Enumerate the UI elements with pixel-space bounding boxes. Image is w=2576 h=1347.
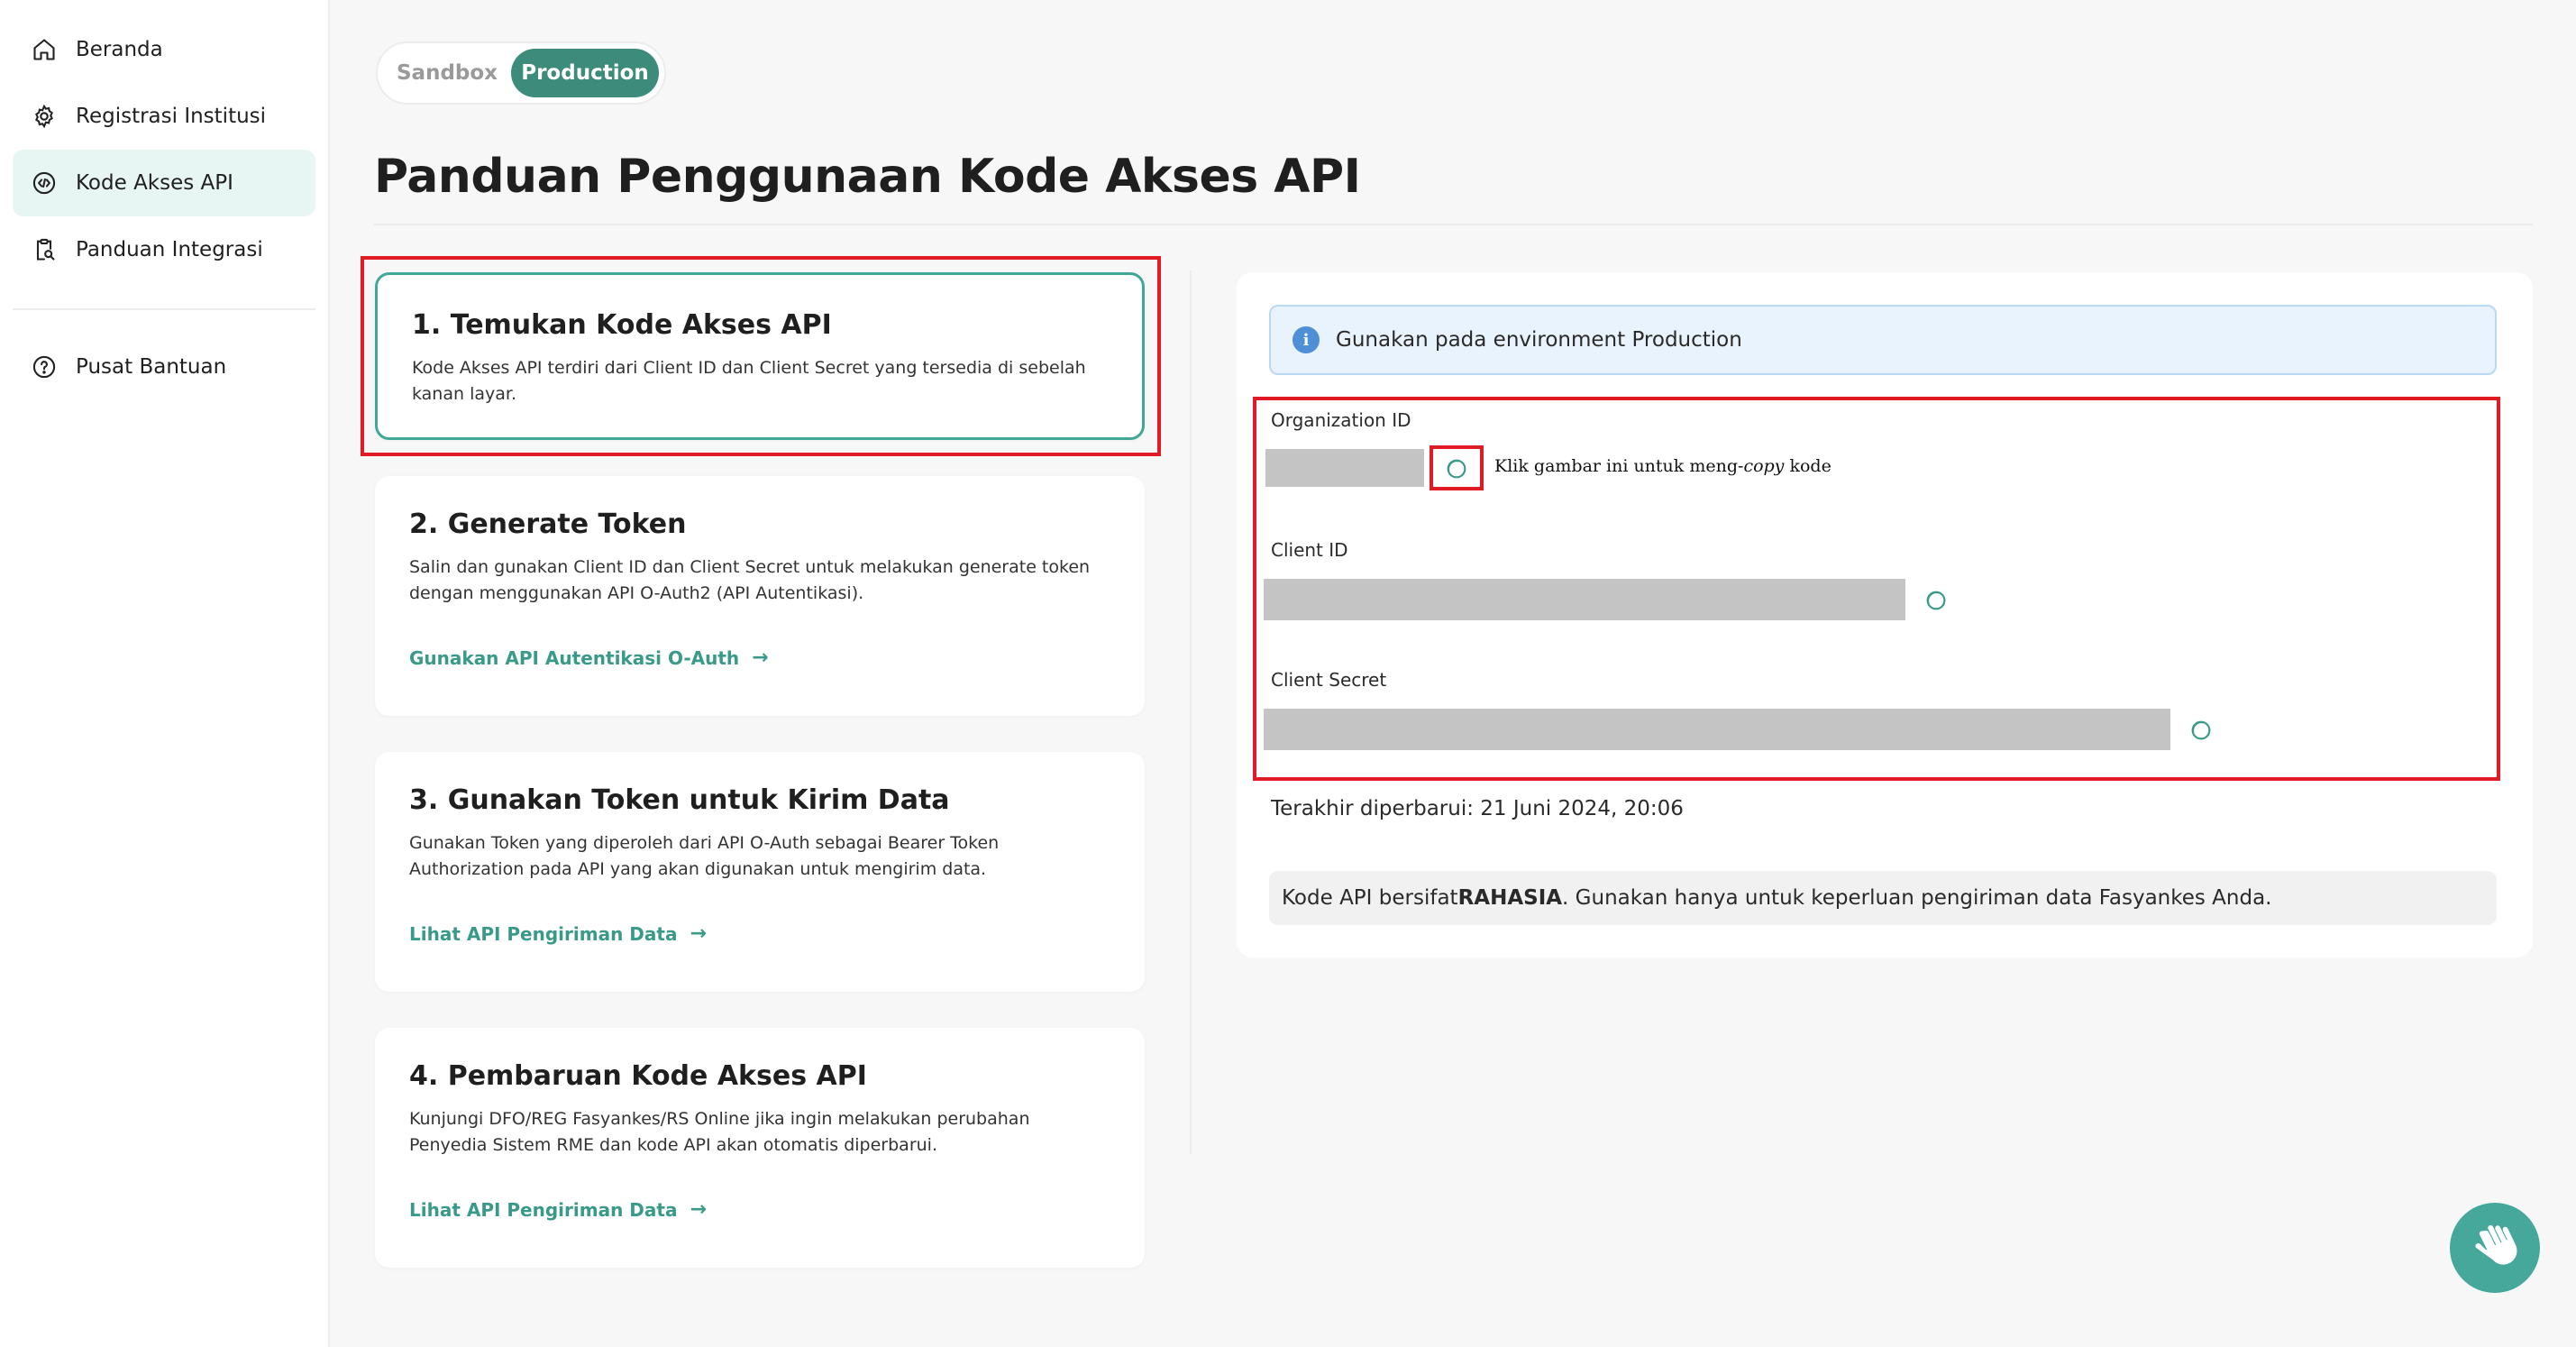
credentials-panel: i Gunakan pada environment Production Or… — [1237, 272, 2533, 958]
client-secret-value — [1264, 709, 2170, 750]
sidebar-item-beranda[interactable]: Beranda — [13, 16, 315, 83]
sidebar-item-pusat-bantuan[interactable]: Pusat Bantuan — [13, 334, 315, 400]
production-tab[interactable]: Production — [511, 49, 659, 97]
sandbox-tab[interactable]: Sandbox — [383, 49, 511, 97]
column-divider — [1190, 270, 1192, 1154]
arrow-right-icon: → — [752, 646, 769, 669]
info-icon: i — [1293, 326, 1320, 353]
client-id-value — [1264, 579, 1905, 620]
help-chat-button[interactable] — [2450, 1203, 2540, 1293]
copy-icon — [1447, 459, 1466, 479]
sidebar-item-label: Panduan Integrasi — [76, 238, 263, 261]
sidebar-divider — [13, 308, 315, 310]
step-card-3: 3. Gunakan Token untuk Kirim Data Gunaka… — [375, 752, 1145, 992]
client-secret-label: Client Secret — [1271, 669, 1387, 691]
secret-warning-note: Kode API bersifat RAHASIA. Gunakan hanya… — [1269, 871, 2497, 925]
step-title: 4. Pembaruan Kode Akses API — [409, 1060, 867, 1092]
link-label: Lihat API Pengiriman Data — [409, 922, 678, 945]
sidebar-item-label: Registrasi Institusi — [76, 105, 267, 128]
page-title: Panduan Penggunaan Kode Akses API — [374, 150, 1361, 204]
title-divider — [374, 224, 2533, 225]
copy-organization-id-button[interactable] — [1440, 453, 1469, 481]
sidebar-item-panduan-integrasi[interactable]: Panduan Integrasi — [13, 216, 315, 283]
sidebar-item-label: Kode Akses API — [76, 171, 233, 195]
sidebar-item-kode-akses-api[interactable]: Kode Akses API — [13, 150, 315, 216]
step-description: Kunjungi DFO/REG Fasyankes/RS Online jik… — [409, 1109, 1030, 1155]
link-label: Gunakan API Autentikasi O-Auth — [409, 646, 740, 669]
waving-hand-icon — [2475, 1224, 2517, 1265]
oauth-api-link[interactable]: Gunakan API Autentikasi O-Auth → — [409, 646, 769, 669]
step-description: Kode Akses API terdiri dari Client ID da… — [412, 358, 1086, 404]
link-label: Lihat API Pengiriman Data — [409, 1198, 678, 1221]
banner-text: Gunakan pada environment Production — [1336, 328, 1742, 352]
step-title: 3. Gunakan Token untuk Kirim Data — [409, 784, 950, 816]
sidebar-item-registrasi-institusi[interactable]: Registrasi Institusi — [13, 83, 315, 150]
sidebar-item-label: Beranda — [76, 38, 163, 61]
code-icon — [31, 170, 58, 197]
data-api-link[interactable]: Lihat API Pengiriman Data → — [409, 1198, 707, 1221]
copy-client-secret-button[interactable] — [2185, 714, 2214, 743]
organization-id-value — [1265, 449, 1424, 487]
step-card-4: 4. Pembaruan Kode Akses API Kunjungi DFO… — [375, 1028, 1145, 1268]
home-icon — [31, 36, 58, 63]
sidebar-item-label: Pusat Bantuan — [76, 355, 227, 379]
step-description: Gunakan Token yang diperoleh dari API O-… — [409, 833, 1000, 879]
client-id-label: Client ID — [1271, 539, 1348, 561]
step-title: 2. Generate Token — [409, 509, 687, 540]
copy-hint-text: Klik gambar ini untuk meng-copy kode — [1494, 456, 1832, 476]
copy-icon — [1926, 591, 1946, 610]
step-title: 1. Temukan Kode Akses API — [412, 309, 832, 341]
gear-icon — [31, 103, 58, 130]
copy-client-id-button[interactable] — [1920, 584, 1949, 613]
arrow-right-icon: → — [690, 922, 707, 945]
environment-info-banner: i Gunakan pada environment Production — [1269, 305, 2497, 375]
step-card-1: 1. Temukan Kode Akses API Kode Akses API… — [375, 272, 1145, 440]
last-updated-text: Terakhir diperbarui: 21 Juni 2024, 20:06 — [1271, 797, 1684, 820]
sidebar: Beranda Registrasi Institusi Kode Akses … — [0, 0, 330, 1347]
environment-toggle: Sandbox Production — [376, 41, 666, 105]
step-card-2: 2. Generate Token Salin dan gunakan Clie… — [375, 476, 1145, 716]
data-api-link[interactable]: Lihat API Pengiriman Data → — [409, 922, 707, 945]
step-description: Salin dan gunakan Client ID dan Client S… — [409, 557, 1091, 603]
clipboard-search-icon — [31, 236, 58, 263]
organization-id-label: Organization ID — [1271, 409, 1411, 431]
arrow-right-icon: → — [690, 1198, 707, 1221]
help-circle-icon — [31, 353, 58, 380]
copy-icon — [2191, 720, 2211, 740]
